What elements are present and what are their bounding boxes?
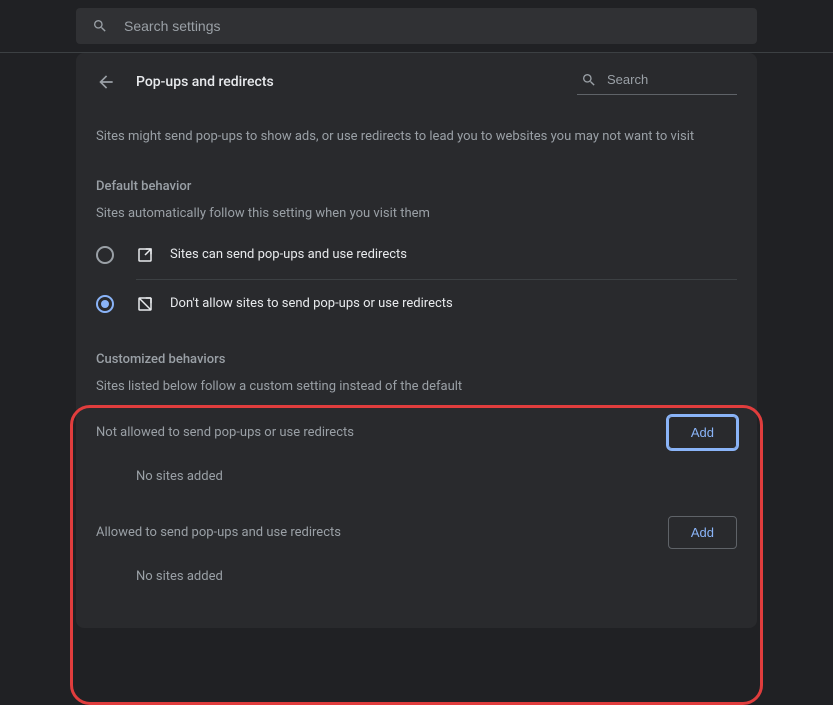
top-search-container[interactable] [76,8,757,44]
radio-option-block[interactable]: Don't allow sites to send pop-ups or use… [96,280,737,328]
allowed-row: Allowed to send pop-ups and use redirect… [76,504,757,549]
popup-allow-icon [136,246,154,264]
default-behavior-heading: Default behavior [76,155,757,198]
top-search-input[interactable] [124,18,741,34]
popup-block-icon [136,295,154,313]
radio-label: Sites can send pop-ups and use redirects [170,247,407,262]
back-arrow-icon[interactable] [96,72,116,92]
top-search-bar [0,0,833,52]
add-not-allowed-button[interactable]: Add [668,416,737,449]
radio-option-allow[interactable]: Sites can send pop-ups and use redirects [96,231,737,279]
radio-button[interactable] [96,295,114,313]
intro-text: Sites might send pop-ups to show ads, or… [76,111,757,155]
card-header: Pop-ups and redirects [76,53,757,111]
search-icon [581,72,597,88]
default-behavior-sub: Sites automatically follow this setting … [76,198,757,231]
customized-heading: Customized behaviors [76,328,757,371]
radio-label: Don't allow sites to send pop-ups or use… [170,296,453,311]
customized-sub: Sites listed below follow a custom setti… [76,371,757,404]
not-allowed-row: Not allowed to send pop-ups or use redir… [76,404,757,449]
header-search[interactable] [577,70,737,95]
not-allowed-empty: No sites added [76,449,757,504]
allowed-label: Allowed to send pop-ups and use redirect… [96,525,341,540]
settings-card: Pop-ups and redirects Sites might send p… [76,53,757,628]
search-icon [92,18,108,34]
not-allowed-label: Not allowed to send pop-ups or use redir… [96,425,354,440]
radio-list: Sites can send pop-ups and use redirects… [76,231,757,328]
page-title: Pop-ups and redirects [136,74,557,90]
allowed-empty: No sites added [76,549,757,604]
radio-button[interactable] [96,246,114,264]
header-search-input[interactable] [607,72,735,87]
add-allowed-button[interactable]: Add [668,516,737,549]
